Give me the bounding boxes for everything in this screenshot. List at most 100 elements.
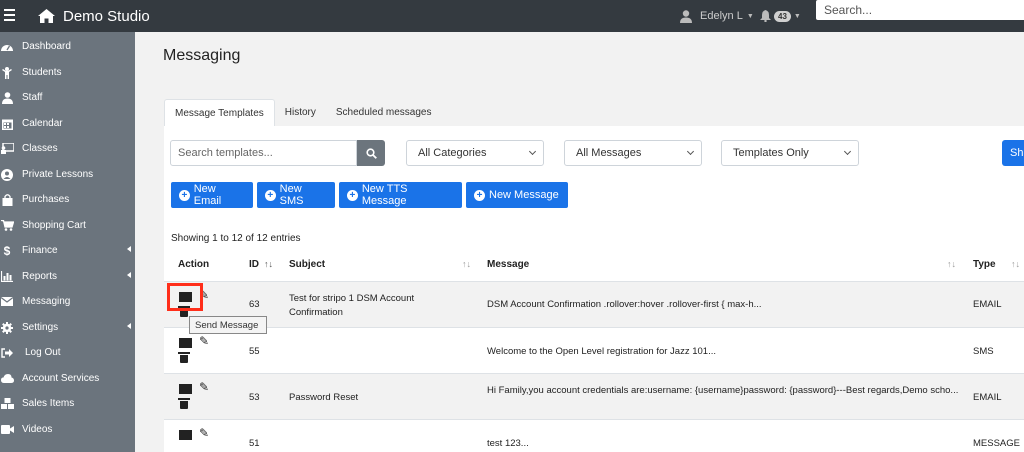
- sidebar-item-private-lessons[interactable]: Private Lessons: [0, 162, 135, 187]
- sidebar-item-label: Settings: [22, 322, 59, 333]
- sidebar-item-calendar[interactable]: Calendar: [0, 111, 135, 136]
- envelope-icon[interactable]: [179, 384, 192, 394]
- sidebar-item-label: Purchases: [22, 194, 70, 205]
- messages-select[interactable]: All Messages: [564, 140, 702, 166]
- row-subject: Password Reset: [289, 392, 359, 403]
- sidebar-item-dashboard[interactable]: Dashboard: [0, 34, 135, 59]
- column-header-subject[interactable]: Subject: [289, 259, 325, 270]
- envelope-icon[interactable]: [179, 430, 192, 440]
- sidebar-item-staff[interactable]: Staff: [0, 85, 135, 110]
- search-templates-input[interactable]: Search templates...: [170, 140, 357, 166]
- show-button[interactable]: Sh: [1002, 140, 1024, 166]
- brand-name: Demo Studio: [63, 7, 150, 25]
- send-message-tooltip: Send Message: [189, 316, 267, 334]
- column-header-message[interactable]: Message: [487, 259, 529, 270]
- new-message-label: New Message: [489, 189, 559, 201]
- row-actions: ✎: [178, 426, 218, 452]
- sidebar-item-reports[interactable]: Reports: [0, 264, 135, 289]
- column-header-id[interactable]: ID: [249, 259, 259, 270]
- tab-history[interactable]: History: [275, 99, 326, 127]
- user-circle-icon: [0, 168, 14, 181]
- sidebar-item-sales-items[interactable]: Sales Items: [0, 391, 135, 416]
- hamburger-menu-icon[interactable]: [4, 6, 18, 24]
- new-sms-label: New SMS: [279, 183, 304, 207]
- sort-icon[interactable]: ↑↓: [462, 259, 471, 269]
- trash-icon[interactable]: [178, 398, 190, 409]
- sidebar-item-log-out[interactable]: Log Out: [0, 340, 135, 365]
- sign-out-icon: [0, 347, 14, 359]
- sidebar-item-label: Private Lessons: [22, 169, 94, 180]
- sidebar-item-account-services[interactable]: Account Services: [0, 366, 135, 391]
- shopping-cart-icon: [0, 220, 14, 232]
- envelope-icon: [0, 296, 14, 308]
- global-search-input[interactable]: Search...: [816, 0, 1024, 20]
- messages-select-value: All Messages: [576, 147, 642, 159]
- video-icon: [0, 424, 14, 436]
- envelope-icon[interactable]: [179, 338, 192, 348]
- sidebar-item-purchases[interactable]: Purchases: [0, 187, 135, 212]
- new-sms-button[interactable]: + New SMS: [257, 182, 335, 208]
- user-name: Edelyn L: [700, 10, 743, 22]
- sort-icon[interactable]: ↑↓: [1011, 259, 1020, 269]
- row-id: 51: [249, 438, 260, 449]
- sidebar-item-label: Reports: [22, 271, 58, 282]
- child-icon: [0, 66, 14, 79]
- cloud-icon: [0, 373, 14, 385]
- row-type: EMAIL: [973, 299, 1002, 310]
- chalkboard-icon: [0, 143, 14, 155]
- sidebar-item-label: Staff: [22, 92, 43, 103]
- search-button[interactable]: [357, 140, 385, 166]
- chevron-left-icon: [127, 272, 131, 278]
- gear-icon: [0, 321, 14, 334]
- entries-info: Showing 1 to 12 of 12 entries: [171, 233, 301, 244]
- new-email-label: New Email: [193, 183, 222, 207]
- sidebar-item-shopping-cart[interactable]: Shopping Cart: [0, 213, 135, 238]
- category-select[interactable]: All Categories: [406, 140, 544, 166]
- tab-scheduled-messages[interactable]: Scheduled messages: [326, 99, 442, 127]
- row-id: 53: [249, 392, 260, 403]
- chevron-left-icon: [127, 323, 131, 329]
- new-email-button[interactable]: + New Email: [171, 182, 253, 208]
- chevron-down-icon: [686, 147, 695, 156]
- sidebar-item-label: Shopping Cart: [22, 220, 86, 231]
- new-tts-message-button[interactable]: + New TTS Message: [339, 182, 462, 208]
- tab-message-templates[interactable]: Message Templates: [164, 99, 275, 127]
- user-menu[interactable]: Edelyn L ▼: [680, 0, 754, 32]
- chevron-down-icon: [528, 147, 537, 156]
- sidebar-item-classes[interactable]: Classes: [0, 136, 135, 161]
- chevron-left-icon: [127, 246, 131, 252]
- sidebar-item-videos[interactable]: Videos: [0, 417, 135, 442]
- row-message: DSM Account Confirmation .rollover:hover…: [487, 299, 762, 310]
- notifications-menu[interactable]: 43 ▼: [760, 0, 801, 32]
- caret-down-icon: ▼: [746, 12, 754, 20]
- pencil-icon[interactable]: ✎: [199, 334, 209, 348]
- row-id: 55: [249, 346, 260, 357]
- sidebar-item-finance[interactable]: $ Finance: [0, 238, 135, 263]
- templates-select[interactable]: Templates Only: [721, 140, 859, 166]
- pencil-icon[interactable]: ✎: [199, 426, 209, 440]
- row-message: Hi Family,you account credentials are:us…: [487, 385, 959, 396]
- sidebar-item-messaging[interactable]: Messaging: [0, 289, 135, 314]
- row-actions: ✎: [178, 380, 218, 412]
- trash-icon[interactable]: [178, 352, 190, 363]
- sidebar-item-settings[interactable]: Settings: [0, 315, 135, 340]
- chevron-down-icon: [843, 147, 852, 156]
- staff-icon: [0, 91, 14, 104]
- plus-circle-icon: +: [265, 189, 276, 201]
- sidebar-item-students[interactable]: Students: [0, 60, 135, 85]
- brand[interactable]: Demo Studio: [38, 0, 150, 32]
- sidebar-item-label: Calendar: [22, 118, 63, 129]
- sidebar-item-label: Sales Items: [22, 398, 75, 409]
- sort-icon[interactable]: ↑↓: [947, 259, 956, 269]
- sort-desc-icon[interactable]: ↑↓: [264, 259, 273, 269]
- new-message-button[interactable]: + New Message: [466, 182, 568, 208]
- pencil-icon[interactable]: ✎: [199, 380, 209, 394]
- plus-circle-icon: +: [474, 189, 485, 201]
- column-header-type[interactable]: Type: [973, 259, 996, 270]
- sidebar-item-label: Account Services: [22, 373, 100, 384]
- page-title: Messaging: [163, 47, 241, 64]
- bell-icon: [760, 10, 771, 22]
- templates-select-value: Templates Only: [733, 147, 809, 159]
- row-type: MESSAGE: [973, 438, 1020, 449]
- dollar-icon: $: [3, 243, 11, 258]
